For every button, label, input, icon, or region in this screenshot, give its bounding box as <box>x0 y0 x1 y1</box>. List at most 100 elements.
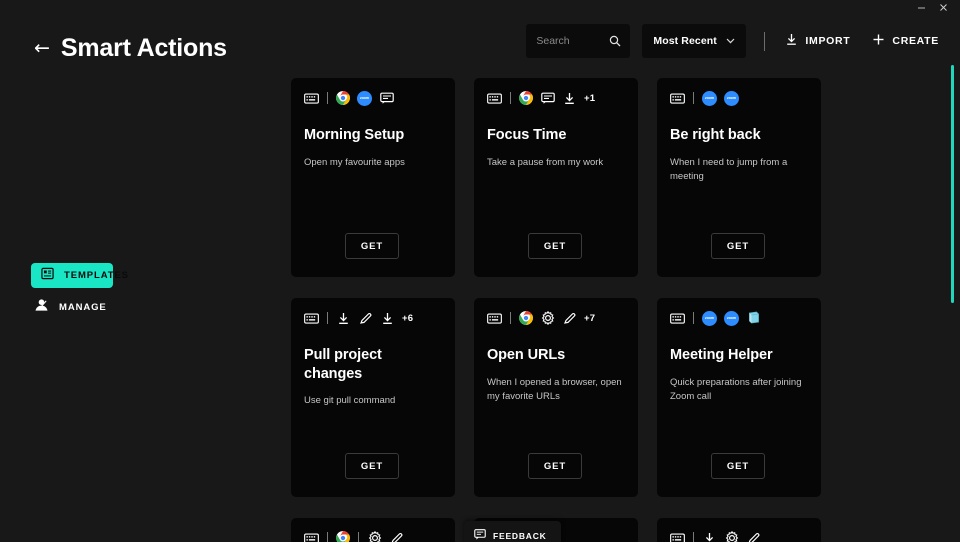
template-card-partial[interactable] <box>291 518 455 542</box>
pencil-icon <box>562 311 577 326</box>
sidebar-item-label: MANAGE <box>59 302 107 313</box>
template-card-icon <box>41 267 54 285</box>
zoom-icon: zoom <box>724 91 739 106</box>
card-icon-row: zoom zoom <box>670 90 811 106</box>
sidebar-item-label: TEMPLATES <box>64 270 129 281</box>
person-icon <box>34 298 49 317</box>
keyboard-icon <box>487 311 502 326</box>
download-icon <box>785 33 798 49</box>
icon-divider <box>327 532 328 542</box>
zoom-icon: zoom <box>702 91 717 106</box>
chrome-icon <box>519 311 533 325</box>
card-title: Meeting Helper <box>670 346 809 365</box>
card-description: When I opened a browser, open my favorit… <box>487 376 626 404</box>
template-card[interactable]: +6 Pull project changes Use git pull comma… <box>291 298 455 497</box>
scrollbar-track[interactable] <box>949 60 954 538</box>
card-title: Open URLs <box>487 346 626 365</box>
card-icon-row <box>670 530 811 542</box>
icon-divider <box>510 312 511 324</box>
pencil-icon <box>389 531 404 542</box>
close-button[interactable] <box>932 0 954 14</box>
sidebar-item-templates[interactable]: TEMPLATES <box>31 263 113 288</box>
card-description: When I need to jump from a meeting <box>670 156 809 184</box>
download-icon <box>562 91 577 106</box>
keyboard-icon <box>304 531 319 542</box>
speech-bubble-icon <box>474 527 486 542</box>
card-icon-row: zoom zoom <box>670 310 811 326</box>
toolbar-divider <box>764 32 765 51</box>
gear-icon <box>367 531 382 542</box>
minimize-button[interactable] <box>910 0 932 14</box>
card-title: Be right back <box>670 126 809 145</box>
import-button[interactable]: IMPORT <box>785 33 850 49</box>
message-icon <box>379 91 394 106</box>
create-button[interactable]: CREATE <box>872 33 939 49</box>
get-button[interactable]: GET <box>528 233 582 259</box>
card-description: Take a pause from my work <box>487 156 626 170</box>
sort-selected-label: Most Recent <box>653 35 717 47</box>
chrome-icon <box>336 91 350 105</box>
sidebar: TEMPLATES MANAGE <box>0 0 270 542</box>
keyboard-icon <box>304 91 319 106</box>
plus-icon <box>872 33 885 49</box>
card-title: Morning Setup <box>304 126 443 145</box>
icon-divider <box>693 92 694 104</box>
card-extra-count: +7 <box>584 313 595 324</box>
template-card[interactable]: +7 Open URLs When I opened a browser, open… <box>474 298 638 497</box>
zoom-icon: zoom <box>724 311 739 326</box>
icon-divider <box>358 532 359 542</box>
icon-divider <box>510 92 511 104</box>
template-card[interactable]: +1 Focus Time Take a pause from my work GET <box>474 78 638 277</box>
get-button[interactable]: GET <box>528 453 582 479</box>
card-icon-row: zoom <box>304 90 445 106</box>
template-card[interactable]: zoom zoom Meeting Helper Quick preparations… <box>657 298 821 497</box>
zoom-icon: zoom <box>357 91 372 106</box>
card-description: Quick preparations after joining Zoom ca… <box>670 376 809 404</box>
sidebar-item-manage[interactable]: MANAGE <box>34 297 107 317</box>
keyboard-icon <box>487 91 502 106</box>
pencil-icon <box>746 531 761 542</box>
card-icon-row <box>304 530 445 542</box>
zoom-icon: zoom <box>702 311 717 326</box>
card-extra-count: +1 <box>584 93 595 104</box>
book-icon <box>746 311 761 326</box>
icon-divider <box>693 312 694 324</box>
chrome-icon <box>336 531 350 542</box>
card-title: Focus Time <box>487 126 626 145</box>
scrollbar-thumb[interactable] <box>951 65 954 303</box>
import-label: IMPORT <box>805 35 850 47</box>
card-description: Use git pull command <box>304 394 443 408</box>
get-button[interactable]: GET <box>345 233 399 259</box>
card-icon-row: +6 <box>304 310 445 326</box>
keyboard-icon <box>304 311 319 326</box>
header-toolbar: Most Recent IMPORT CREATE <box>526 24 939 58</box>
create-label: CREATE <box>892 35 939 47</box>
sort-dropdown[interactable]: Most Recent <box>642 24 746 58</box>
card-extra-count: +6 <box>402 313 413 324</box>
card-icon-row: +7 <box>487 310 628 326</box>
template-card[interactable]: zoom zoom Be right back When I need to jump… <box>657 78 821 277</box>
download-icon <box>702 531 717 542</box>
feedback-button[interactable]: FEEDBACK <box>464 521 561 542</box>
card-title: Pull project changes <box>304 346 443 383</box>
get-button[interactable]: GET <box>345 453 399 479</box>
download-icon <box>336 311 351 326</box>
get-button[interactable]: GET <box>711 453 765 479</box>
keyboard-icon <box>670 311 685 326</box>
search-icon[interactable] <box>609 34 621 52</box>
template-card-partial[interactable] <box>657 518 821 542</box>
chrome-icon <box>519 91 533 105</box>
app-window: ← Smart Actions Most Recent <box>0 0 960 542</box>
keyboard-icon <box>670 531 685 542</box>
template-card[interactable]: zoomMorning SetupOpen my favourite appsG… <box>291 78 455 277</box>
message-icon <box>540 91 555 106</box>
get-button[interactable]: GET <box>711 233 765 259</box>
keyboard-icon <box>670 91 685 106</box>
gear-icon <box>724 531 739 542</box>
icon-divider <box>327 92 328 104</box>
search-input[interactable] <box>536 35 610 47</box>
download-icon <box>380 311 395 326</box>
search-field[interactable] <box>526 24 630 58</box>
icon-divider <box>693 532 694 542</box>
chevron-down-icon[interactable] <box>726 37 735 46</box>
